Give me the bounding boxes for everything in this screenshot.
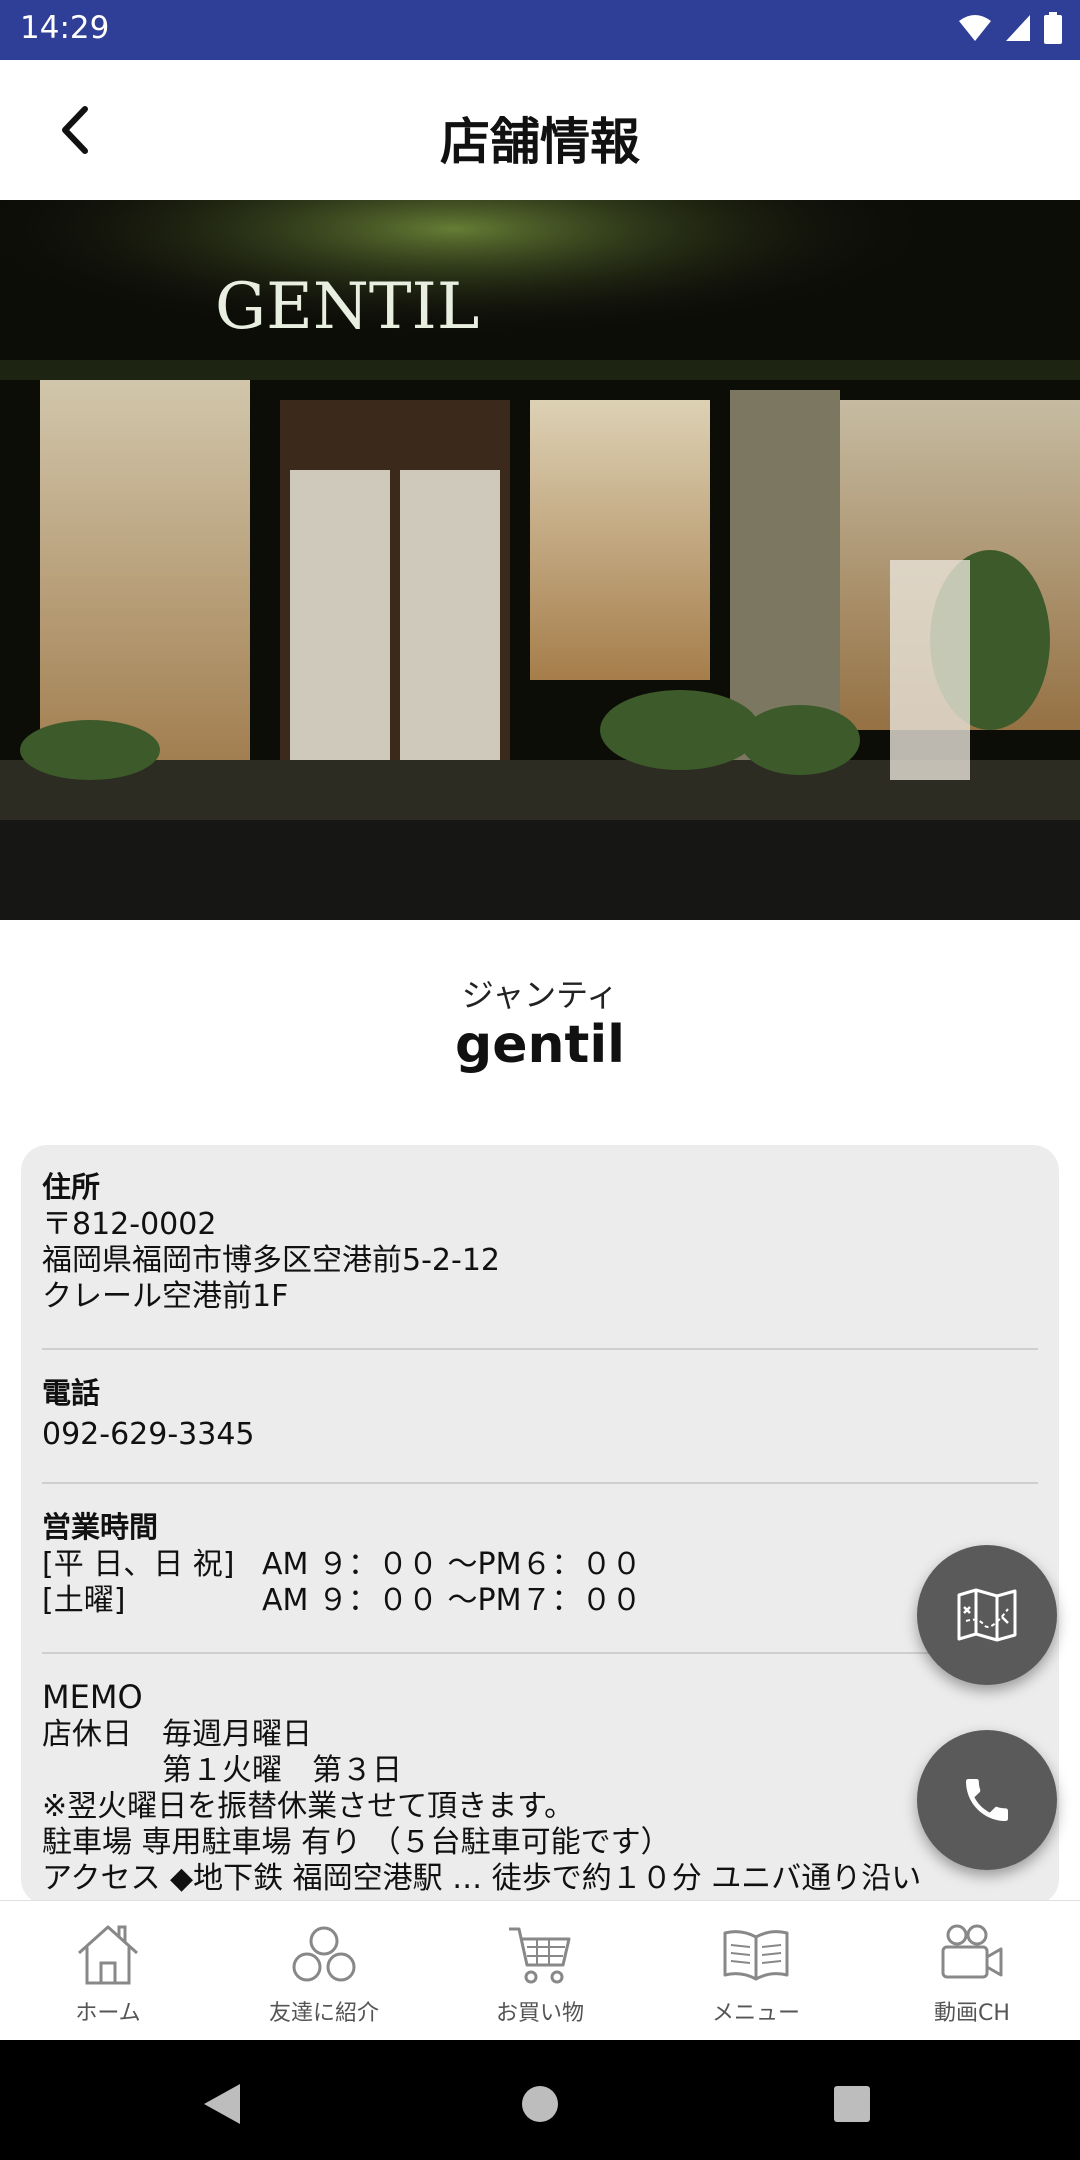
store-info-card: 住所 〒812-0002 福岡県福岡市博多区空港前5-2-12 クレール空港前1…	[21, 1145, 1059, 1905]
memo-label: MEMO	[42, 1678, 143, 1716]
map-icon	[957, 1588, 1017, 1642]
store-name: gentil	[454, 1015, 625, 1075]
share-friends-icon	[292, 1926, 356, 1982]
system-home-icon[interactable]	[518, 2082, 562, 2126]
memo-line: 店休日 毎週月曜日	[42, 1717, 312, 1752]
status-bar: 14:29	[0, 0, 1080, 60]
status-time: 14:29	[20, 10, 110, 46]
address-line: 〒812-0002	[42, 1207, 217, 1242]
system-recents-icon[interactable]	[832, 2084, 872, 2124]
address-line: 福岡県福岡市博多区空港前5-2-12	[42, 1243, 500, 1278]
nav-shopping[interactable]: お買い物	[432, 1901, 648, 2041]
memo-line: ※翌火曜日を振替休業させて頂きます。	[42, 1789, 575, 1824]
phone-number[interactable]: 092-629-3345	[42, 1417, 1038, 1453]
wifi-icon	[959, 15, 991, 41]
divider	[42, 1652, 1038, 1654]
cart-icon	[509, 1927, 571, 1984]
nav-label: 動画CH	[934, 2001, 1010, 2026]
hours-day: [平 日、日 祝]	[42, 1547, 235, 1582]
address-label: 住所	[42, 1170, 101, 1204]
nav-home[interactable]: ホーム	[0, 1901, 216, 2041]
battery-icon	[1044, 12, 1062, 44]
book-icon	[723, 1930, 789, 1981]
nav-video-channel[interactable]: 動画CH	[864, 1901, 1080, 2041]
hours-section: 営業時間 [平 日、日 祝] AM ９：００ ～PM６：００ [土曜] AM ９…	[42, 1507, 1038, 1619]
nav-label: お買い物	[495, 2001, 584, 2026]
nav-label: ホーム	[75, 2001, 141, 2026]
bottom-nav: ホーム 友達に紹介 お買い物 メニュー 動画CH	[0, 1900, 1080, 2041]
address-section: 住所 〒812-0002 福岡県福岡市博多区空港前5-2-12 クレール空港前1…	[42, 1167, 1038, 1315]
nav-menu[interactable]: メニュー	[648, 1901, 864, 2041]
hours-day: [土曜]	[42, 1583, 126, 1618]
signal-icon	[1006, 15, 1030, 41]
phone-section: 電話 092-629-3345	[42, 1373, 1038, 1453]
status-icons	[958, 12, 1062, 44]
store-photo: GENTIL	[0, 200, 1080, 920]
address-line: クレール空港前1F	[42, 1279, 289, 1314]
store-sign: GENTIL	[215, 270, 479, 344]
phone-label: 電話	[42, 1376, 101, 1410]
map-button[interactable]	[917, 1545, 1057, 1685]
app-bar: 店舗情報	[0, 60, 1080, 200]
nav-label: 友達に紹介	[268, 2001, 379, 2026]
call-button[interactable]	[917, 1730, 1057, 1870]
hours-label: 営業時間	[42, 1510, 159, 1544]
divider	[42, 1348, 1038, 1350]
nav-refer-friends[interactable]: 友達に紹介	[216, 1901, 432, 2041]
memo-line: アクセス ◆地下鉄 福岡空港駅 … 徒歩で約１０分 ユニバ通り沿い	[42, 1861, 922, 1896]
phone-icon	[966, 1779, 1008, 1821]
hours-time: AM ９：００ ～PM７：００	[262, 1583, 642, 1618]
memo-line: 駐車場 専用駐車場 有り （５台駐車可能です）	[42, 1825, 671, 1860]
memo-section: MEMO 店休日 毎週月曜日 第１火曜 第３日 ※翌火曜日を振替休業させて頂きま…	[42, 1677, 1038, 1897]
video-camera-icon	[941, 1924, 1003, 1979]
system-nav-bar	[0, 2040, 1080, 2160]
system-back-icon[interactable]	[200, 2082, 244, 2126]
divider	[42, 1482, 1038, 1484]
home-icon	[77, 1925, 139, 1985]
memo-line: 第１火曜 第３日	[42, 1753, 402, 1788]
hours-time: AM ９：００ ～PM６：００	[262, 1547, 642, 1582]
nav-label: メニュー	[711, 2001, 800, 2026]
page-title: 店舗情報	[440, 113, 640, 171]
store-name-kana: ジャンティ	[461, 976, 619, 1014]
